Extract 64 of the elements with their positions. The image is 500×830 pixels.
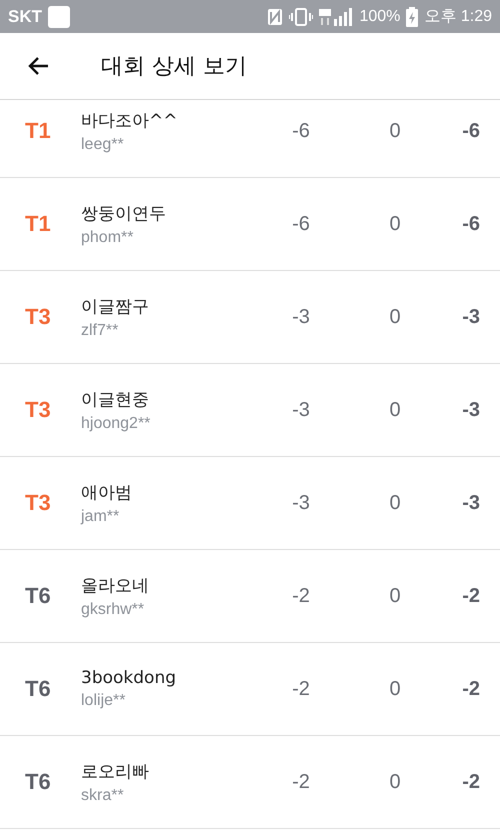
player-row[interactable]: T6 로오리빠 skra** -2 0 -2 (0, 736, 500, 829)
player-row[interactable]: T3 이글현중 hjoong2** -3 0 -3 (0, 364, 500, 457)
score-cell-text: -2 (291, 584, 311, 608)
player-id: zlf7** (81, 322, 120, 340)
carrier-name: SKT (8, 6, 42, 26)
total-score: -2 (461, 770, 481, 794)
score-cell-text: 0 (388, 212, 402, 236)
player-row[interactable]: T3 이글짬구 zlf7** -3 0 -3 (0, 271, 500, 364)
total-score: -3 (461, 306, 481, 328)
battery-percent: 100% (359, 8, 400, 26)
score-cell-text: 0 (388, 492, 402, 514)
score-cell-text: -3 (291, 492, 311, 514)
score-cell-text: 0 (388, 306, 402, 328)
player-name: 이글현중 (81, 388, 150, 410)
total-score: -6 (461, 212, 481, 236)
score-cell-text: 0 (388, 678, 402, 700)
rank-label: T3 (24, 490, 52, 516)
rank-label: T3 (24, 397, 52, 423)
player-name: 바다조아^^ (81, 110, 178, 132)
score-cell-text: 0 (388, 398, 402, 422)
player-row[interactable]: T3 애아범 jam** -3 0 -3 (0, 457, 500, 550)
page-title: 대회 상세 보기 (101, 53, 247, 81)
score-cell-text: -3 (291, 306, 311, 328)
player-id: leeg** (81, 136, 125, 154)
total-score: -2 (461, 584, 481, 608)
score-cell-text: 0 (388, 584, 402, 608)
score-cell-text: -6 (291, 120, 311, 142)
player-name: 애아범 (81, 482, 133, 504)
player-row[interactable]: T6 3bookdong lolije** -2 0 -2 (0, 643, 500, 736)
total-score: -2 (461, 678, 481, 700)
player-row[interactable]: T6 올라오네 gksrhw** -2 0 -2 (0, 550, 500, 643)
total-score: -3 (461, 492, 481, 514)
score-cell-text: -6 (291, 212, 311, 236)
rank-label: T6 (24, 769, 52, 795)
rank-label: T1 (24, 211, 52, 237)
player-name: 3bookdong (81, 668, 178, 688)
player-id: phom** (81, 228, 134, 246)
score-cell-text: 0 (388, 770, 402, 794)
lte-signal-icon (319, 8, 354, 26)
player-id: lolije** (81, 692, 126, 710)
battery-icon (406, 6, 418, 26)
total-score: -3 (461, 398, 481, 422)
score-cell-text: 0 (388, 120, 402, 142)
score-cell-text: -2 (291, 678, 311, 700)
rank-label: T3 (24, 304, 52, 330)
player-name: 올라오네 (81, 574, 150, 596)
player-id: skra** (81, 786, 125, 804)
rank-label: T6 (24, 583, 52, 609)
clock: 오후 1:29 (424, 7, 492, 27)
player-name: 쌍둥이연두 (81, 202, 167, 224)
rank-label: T1 (24, 118, 52, 144)
total-score: -6 (461, 120, 481, 142)
vibrate-icon (289, 8, 314, 26)
nfc-icon (267, 8, 284, 26)
score-cell-text: -2 (291, 770, 311, 794)
player-row[interactable]: T1 쌍둥이연두 phom** -6 0 -6 (0, 178, 500, 271)
score-cell-text: -3 (291, 398, 311, 422)
player-name: 이글짬구 (81, 296, 150, 318)
rank-label: T6 (24, 676, 52, 702)
player-row[interactable]: T1 바다조아^^ leeg** -6 0 -6 (0, 100, 500, 178)
player-id: jam** (81, 508, 120, 526)
player-id: gksrhw** (81, 600, 146, 618)
player-name: 로오리빠 (81, 760, 150, 782)
player-id: hjoong2** (81, 414, 152, 432)
